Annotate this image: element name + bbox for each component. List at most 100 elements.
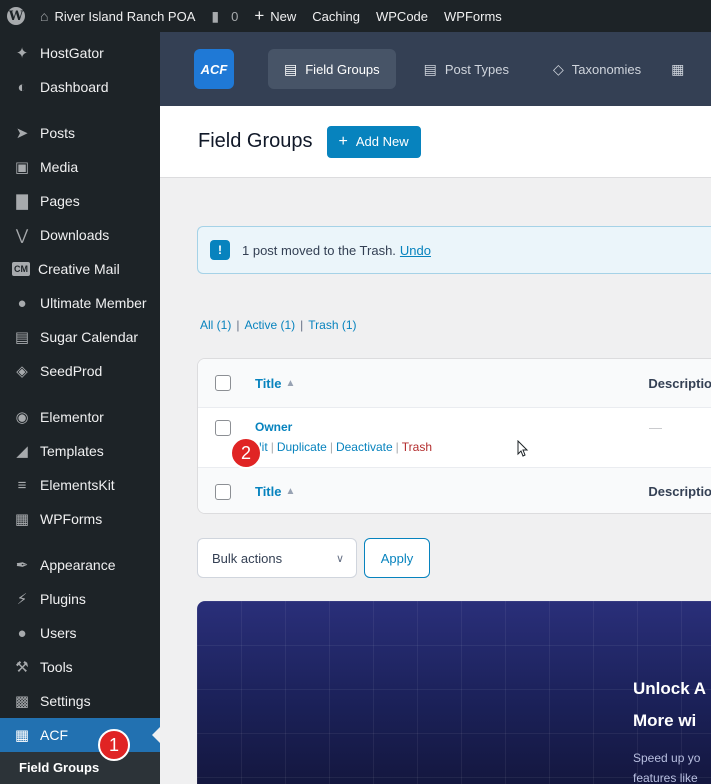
sidebar-item-elementor[interactable]: ◉ Elementor [0, 400, 160, 434]
undo-link[interactable]: Undo [400, 243, 431, 258]
sidebar-item-dashboard[interactable]: ◐ Dashboard [0, 70, 160, 104]
sidebar-item-label: Downloads [40, 227, 110, 243]
pin-icon: ➤ [15, 125, 29, 142]
sidebar-item-label: Posts [40, 125, 76, 141]
downloads-icon: ⋁ [15, 227, 29, 244]
deactivate-link[interactable]: Deactivate [336, 440, 393, 454]
sidebar-item-sugar-calendar[interactable]: ▤ Sugar Calendar [0, 320, 160, 354]
sidebar-item-hostgator[interactable]: ✦ HostGator [0, 36, 160, 70]
row-title-link[interactable]: Owner [255, 420, 649, 434]
duplicate-link[interactable]: Duplicate [277, 440, 327, 454]
sidebar-item-pages[interactable]: ▇ Pages [0, 184, 160, 218]
description-column-header: Descriptio [648, 375, 711, 391]
sidebar-item-label: Ultimate Member [40, 295, 147, 311]
sidebar-item-label: Templates [40, 443, 104, 459]
sidebar-item-label: Appearance [40, 557, 116, 573]
adminbar-wpforms[interactable]: WPForms [436, 0, 510, 32]
acf-table-icon: ▦ [14, 727, 30, 744]
field-groups-table: Title ▲︎ Descriptio Owner dit | Duplicate | D… [197, 358, 711, 514]
apply-button[interactable]: Apply [364, 538, 430, 578]
sidebar-item-acf[interactable]: ▦ ACF [0, 718, 160, 752]
promo-heading-line-2: More wi [633, 711, 697, 730]
title-column-label: Title [254, 484, 282, 499]
home-icon: ⌂ [40, 8, 49, 24]
table-row: Owner dit | Duplicate | Deactivate | Trash — [198, 407, 711, 467]
settings-icon: ▩ [14, 693, 30, 710]
admin-bar: W ⌂ River Island Ranch POA ▮ 0 + New Cac… [0, 0, 711, 32]
plus-icon: + [254, 6, 265, 25]
row-checkbox[interactable] [215, 420, 231, 436]
row-description: — [649, 420, 662, 435]
sidebar-item-plugins[interactable]: ⚡ Plugins [0, 582, 160, 616]
select-all-checkbox-footer[interactable] [215, 483, 231, 500]
sidebar-item-posts[interactable]: ➤ Posts [0, 116, 160, 150]
sidebar-item-elementskit[interactable]: ≡ ElementsKit [0, 468, 160, 502]
list-icon: ▤ [284, 60, 298, 77]
filter-trash[interactable]: Trash (1) [308, 318, 356, 332]
title-column-header[interactable]: Title ▲︎ [255, 376, 648, 391]
promo-text-line-2: features like [633, 771, 698, 784]
tab-more[interactable]: ▦ [663, 49, 700, 89]
sidebar-item-settings[interactable]: ▩ Settings [0, 684, 160, 718]
sidebar-item-media[interactable]: ▣ Media [0, 150, 160, 184]
elementskit-icon: ≡ [17, 476, 27, 494]
admin-sidebar: ✦ HostGator ◐ Dashboard ➤ Posts ▣ Media ▇ Pag… [0, 32, 160, 784]
filter-active[interactable]: Active (1) [244, 318, 295, 332]
add-new-button[interactable]: + Add New [326, 125, 421, 158]
adminbar-wpcode[interactable]: WPCode [368, 0, 436, 32]
tab-field-groups[interactable]: ▤ Field Groups [268, 49, 396, 89]
tab-label: Post Types [444, 61, 509, 77]
mouse-cursor-icon [517, 440, 529, 457]
sidebar-item-appearance[interactable]: ✒ Appearance [0, 548, 160, 582]
sidebar-item-wpforms[interactable]: ▦ WPForms [0, 502, 160, 536]
sidebar-item-label: Elementor [40, 409, 104, 425]
sidebar-item-users[interactable]: ● Users [0, 616, 160, 650]
site-name-link[interactable]: ⌂ River Island Ranch POA [32, 0, 203, 32]
sidebar-item-label: Creative Mail [38, 261, 120, 277]
bulk-actions-value: Bulk actions [212, 550, 283, 566]
media-icon: ▣ [14, 159, 30, 176]
sidebar-item-label: Settings [40, 693, 91, 709]
tab-post-types[interactable]: ▤ Post Types [408, 49, 525, 89]
sidebar-submenu-field-groups[interactable]: Field Groups [0, 752, 160, 784]
sidebar-item-ultimate-member[interactable]: ● Ultimate Member [0, 286, 160, 320]
sidebar-item-label: HostGator [40, 45, 104, 61]
wordpress-logo-icon[interactable]: W [0, 0, 32, 32]
bulk-actions-select[interactable]: Bulk actions ∨ [197, 538, 357, 578]
hostgator-icon: ✦ [15, 45, 29, 62]
sidebar-item-label: WPForms [40, 511, 103, 527]
select-all-checkbox[interactable] [215, 375, 231, 391]
adminbar-caching[interactable]: Caching [304, 0, 368, 32]
sidebar-item-tools[interactable]: ⚒ Tools [0, 650, 160, 684]
title-column-footer[interactable]: Title ▲︎ [255, 484, 648, 499]
comments-count: 0 [231, 8, 239, 24]
trash-link[interactable]: Trash [402, 440, 432, 454]
promo-heading-line-1: Unlock A [633, 679, 707, 698]
sidebar-item-seedprod[interactable]: ◈ SeedProd [0, 354, 160, 388]
acf-header: ACF ▤ Field Groups ▤ Post Types ◇ Taxonomie… [160, 32, 711, 106]
filter-all[interactable]: All (1) [200, 318, 231, 332]
sidebar-item-creative-mail[interactable]: CM Creative Mail [0, 252, 160, 286]
tab-taxonomies[interactable]: ◇ Taxonomies [537, 49, 657, 89]
wrench-icon: ⚒ [15, 659, 29, 676]
sidebar-item-downloads[interactable]: ⋁ Downloads [0, 218, 160, 252]
acf-logo: ACF [194, 49, 234, 89]
plus-icon: + [338, 132, 348, 150]
tab-label: Field Groups [305, 61, 380, 77]
cm-icon: CM [12, 262, 30, 276]
new-label: New [270, 8, 297, 24]
page-icon: ▇ [16, 193, 28, 210]
brush-icon: ✒ [15, 557, 29, 574]
form-icon: ▦ [14, 511, 30, 528]
sidebar-item-templates[interactable]: ◢ Templates [0, 434, 160, 468]
comment-icon: ▮ [211, 7, 220, 24]
sidebar-item-label: Tools [40, 659, 73, 675]
elementor-icon: ◉ [15, 409, 29, 426]
chevron-down-icon: ∨ [335, 552, 344, 565]
comments-link[interactable]: ▮ 0 [203, 0, 246, 32]
title-column-label: Title [254, 375, 282, 391]
row-actions: dit | Duplicate | Deactivate | Trash [255, 440, 433, 454]
dashboard-icon: ◐ [17, 78, 27, 96]
site-name: River Island Ranch POA [54, 8, 196, 24]
new-content-link[interactable]: + New [246, 0, 304, 32]
